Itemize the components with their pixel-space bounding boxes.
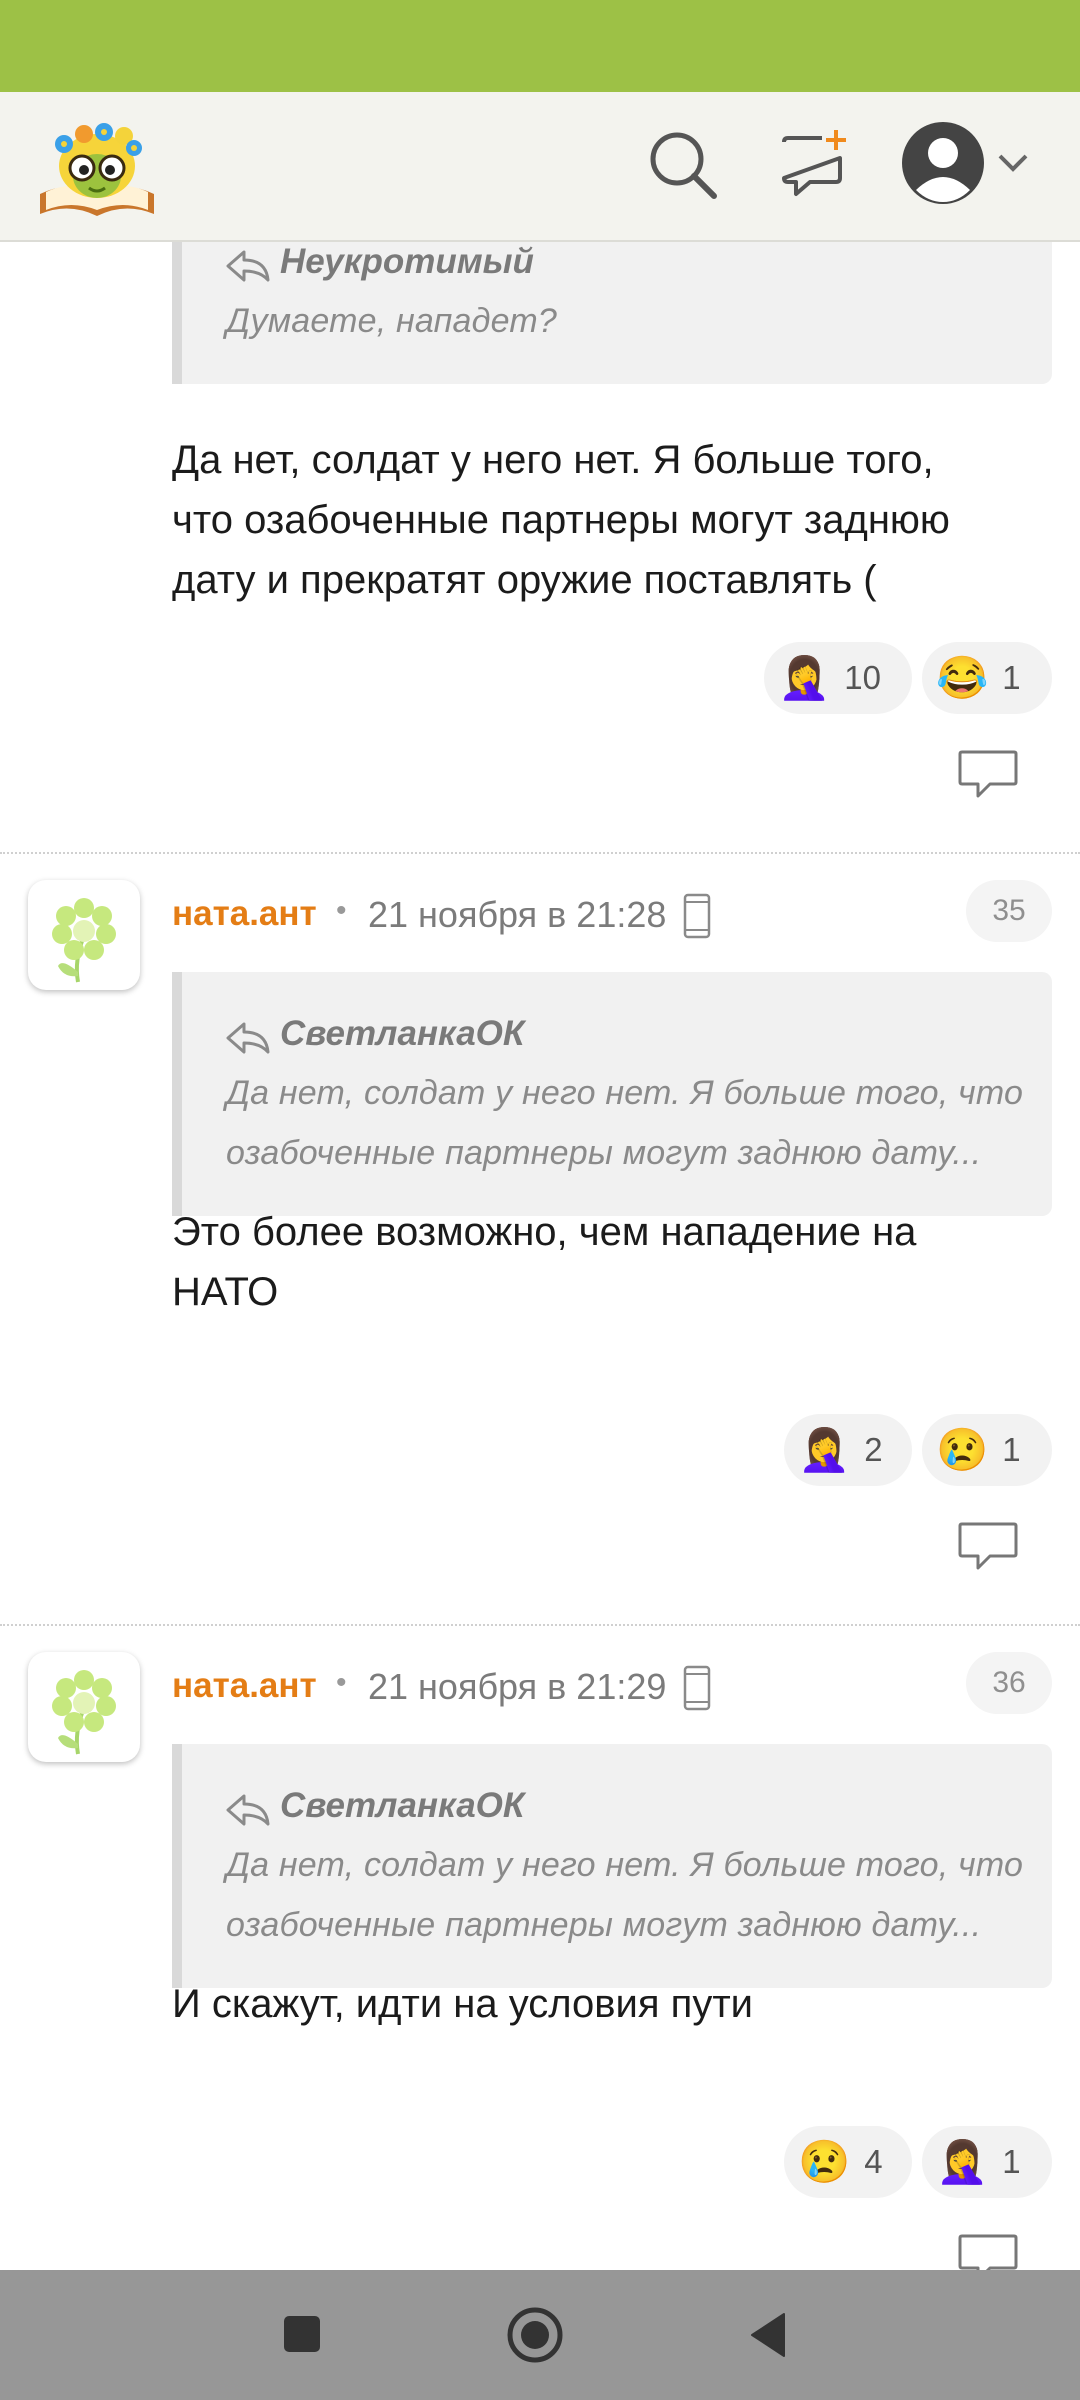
comment-author[interactable]: ната.ант (172, 1666, 317, 1706)
flower-avatar-icon (52, 898, 116, 983)
user-avatar[interactable] (28, 1652, 140, 1762)
comment-number[interactable]: 36 (966, 1652, 1052, 1714)
reaction-crying[interactable]: 😢 4 (784, 2126, 912, 2198)
comment-text-line: что озабоченные партнеры могут заднюю (172, 498, 950, 542)
reply-arrow-icon (226, 1794, 270, 1826)
crying-emoji-icon: 😢 (798, 2137, 851, 2185)
comment-text-line: НАТО (172, 1270, 279, 1314)
mobile-device-icon (683, 893, 711, 939)
user-avatar[interactable] (28, 880, 140, 990)
quote-author: Неукротимый (280, 242, 534, 281)
comment-date: 21 ноября в 21:28 (368, 894, 667, 935)
reaction-count: 1 (1002, 659, 1021, 696)
reaction-count: 4 (864, 2143, 883, 2180)
reply-comment-icon[interactable] (956, 748, 1020, 800)
quote-author: СветланкаОК (280, 1014, 525, 1053)
profile-avatar-icon[interactable] (900, 120, 986, 206)
reply-comment-icon[interactable] (956, 2232, 1020, 2270)
comment-author[interactable]: ната.ант (172, 894, 317, 934)
smiley-book-logo[interactable] (34, 110, 160, 222)
home-circle-icon[interactable] (506, 2306, 564, 2364)
comment-date: 21 ноября в 21:29 (368, 1666, 667, 1707)
reaction-count: 2 (864, 1431, 883, 1468)
meta-separator: • (336, 894, 347, 927)
comment-text-line: Да нет, солдат у него нет. Я больше того… (172, 438, 934, 482)
crying-emoji-icon: 😢 (936, 1425, 989, 1473)
comment-number[interactable]: 35 (966, 880, 1052, 942)
comments-feed: Неукротимый Думаете, нападет? Да нет, со… (0, 242, 1080, 2270)
quote-text: Да нет, солдат у него нет. Я больше того… (226, 1846, 1024, 1884)
facepalm-emoji-icon: 🤦‍♀️ (778, 653, 831, 701)
quote-text: озабоченные партнеры могут заднюю дату..… (226, 1134, 982, 1172)
compose-message-icon[interactable] (778, 128, 852, 202)
quote-author: СветланкаОК (280, 1786, 525, 1825)
comment-text-line: И скажут, идти на условия пути (172, 1982, 753, 2026)
reaction-laughing[interactable]: 😂 1 (922, 642, 1052, 714)
quote-text: озабоченные партнеры могут заднюю дату..… (226, 1906, 982, 1944)
reaction-count: 1 (1002, 1431, 1021, 1468)
recents-square-icon[interactable] (282, 2314, 322, 2354)
quote-text: Да нет, солдат у него нет. Я больше того… (226, 1074, 1024, 1112)
reply-comment-icon[interactable] (956, 1520, 1020, 1572)
comment-divider (0, 1624, 1080, 1626)
comment-text-line: дату и прекратят оружие поставлять ( (172, 558, 877, 602)
reaction-crying[interactable]: 😢 1 (922, 1414, 1052, 1486)
back-triangle-icon[interactable] (748, 2312, 788, 2358)
laughing-emoji-icon: 😂 (936, 653, 989, 701)
comment-text-line: Это более возможно, чем нападение на (172, 1210, 917, 1254)
reaction-count: 10 (844, 659, 882, 696)
search-icon[interactable] (646, 128, 720, 202)
reply-arrow-icon (226, 250, 270, 282)
reaction-facepalm[interactable]: 🤦‍♀️ 1 (922, 2126, 1052, 2198)
reaction-facepalm[interactable]: 🤦‍♀️ 2 (784, 1414, 912, 1486)
chevron-down-icon[interactable] (994, 148, 1032, 178)
meta-separator: • (336, 1666, 347, 1699)
facepalm-emoji-icon: 🤦‍♀️ (798, 1425, 851, 1473)
flower-avatar-icon (52, 1670, 116, 1755)
app-header (0, 92, 1080, 242)
reaction-count: 1 (1002, 2143, 1021, 2180)
quote-text: Думаете, нападет? (226, 302, 557, 340)
reply-arrow-icon (226, 1022, 270, 1054)
mobile-device-icon (683, 1665, 711, 1711)
reaction-facepalm[interactable]: 🤦‍♀️ 10 (764, 642, 912, 714)
status-bar (0, 0, 1080, 92)
facepalm-emoji-icon: 🤦‍♀️ (936, 2137, 989, 2185)
system-nav-bar (0, 2270, 1080, 2400)
comment-divider (0, 852, 1080, 854)
